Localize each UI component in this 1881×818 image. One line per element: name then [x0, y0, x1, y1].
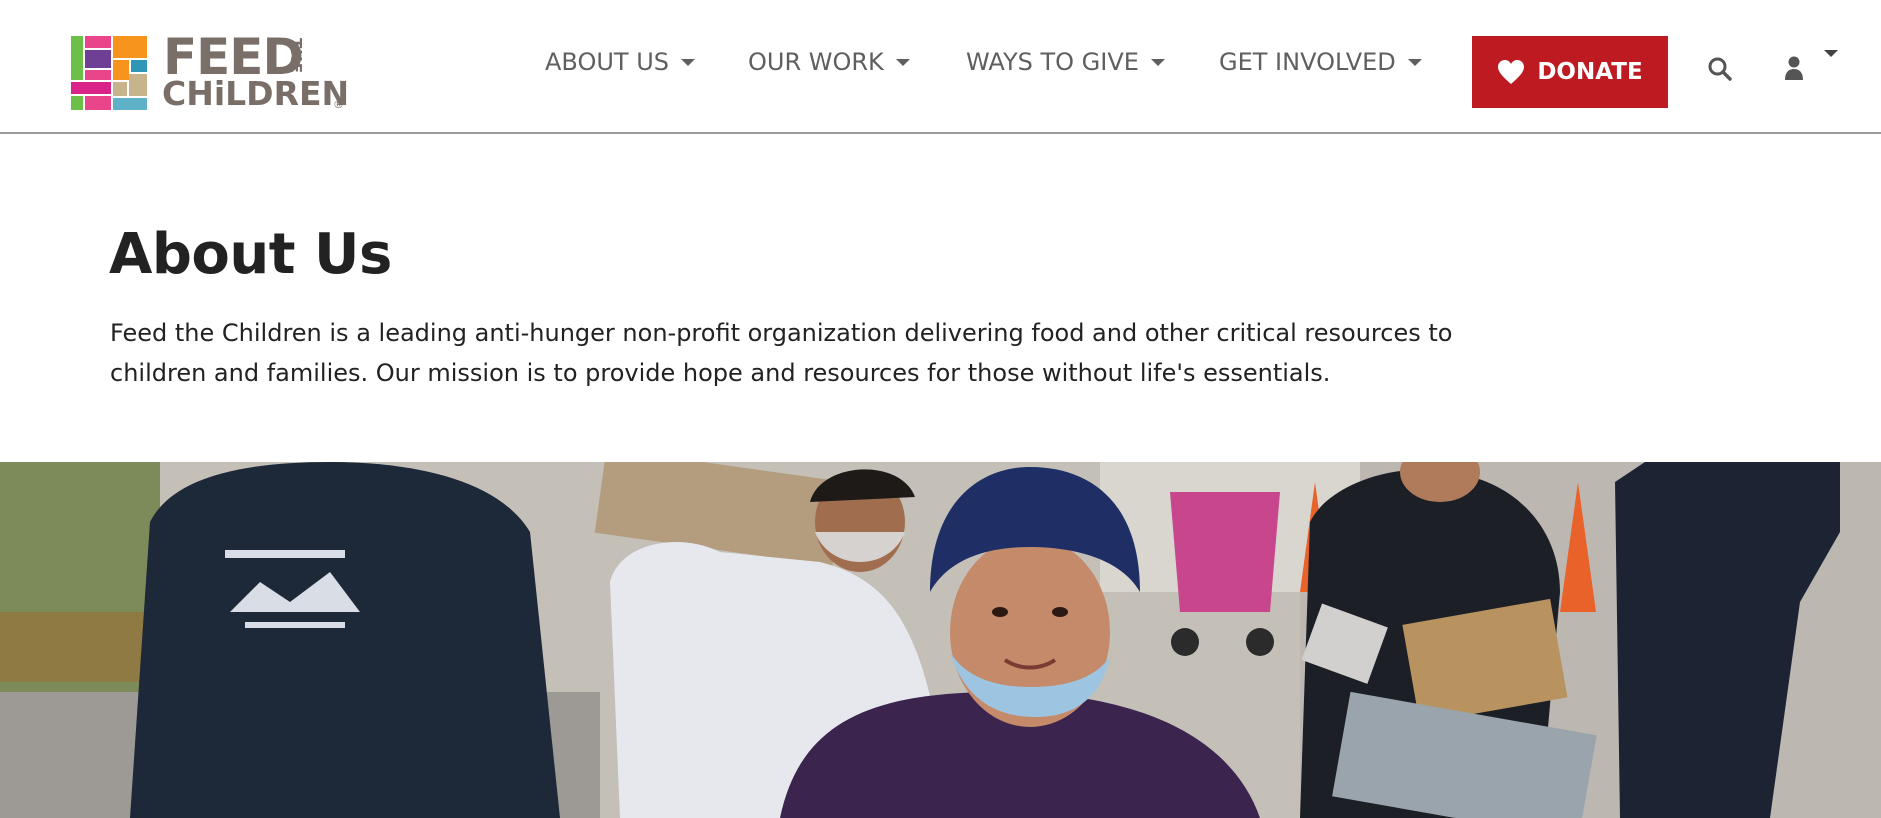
- hero-photo: [0, 462, 1881, 818]
- caret-down-icon: [1407, 58, 1422, 66]
- hero-illustration: [0, 462, 1881, 818]
- donate-label: DONATE: [1537, 59, 1643, 85]
- chevron-down-icon[interactable]: [1824, 50, 1838, 57]
- caret-down-icon: [1150, 58, 1165, 66]
- search-icon[interactable]: [1707, 56, 1733, 82]
- logo-registered-mark: ®: [333, 98, 344, 111]
- nav-item-label: GET INVOLVED: [1219, 48, 1396, 76]
- caret-down-icon: [895, 58, 910, 66]
- page-title: About Us: [109, 222, 392, 287]
- user-icon[interactable]: [1782, 55, 1806, 81]
- caret-down-icon: [681, 58, 696, 66]
- heart-icon: [1498, 60, 1525, 84]
- site-logo[interactable]: FEED THE CHiLDREN ®: [71, 32, 350, 113]
- nav-item-label: OUR WORK: [748, 48, 884, 76]
- nav-item-ways-to-give[interactable]: WAYS TO GIVE: [966, 46, 1165, 78]
- nav-item-about-us[interactable]: ABOUT US: [545, 46, 696, 78]
- site-header: FEED THE CHiLDREN ® ABOUT US OUR WORK WA…: [0, 0, 1881, 134]
- donate-button[interactable]: DONATE: [1472, 36, 1668, 108]
- nav-item-label: ABOUT US: [545, 48, 670, 76]
- logo-text-children: CHiLDREN: [162, 74, 350, 113]
- nav-item-label: WAYS TO GIVE: [966, 48, 1139, 76]
- logo-mark-icon: [71, 36, 147, 110]
- nav-item-get-involved[interactable]: GET INVOLVED: [1219, 46, 1422, 78]
- logo-text-the: THE: [287, 38, 305, 75]
- nav-item-our-work[interactable]: OUR WORK: [748, 46, 910, 78]
- intro-paragraph: Feed the Children is a leading anti-hung…: [110, 319, 1453, 387]
